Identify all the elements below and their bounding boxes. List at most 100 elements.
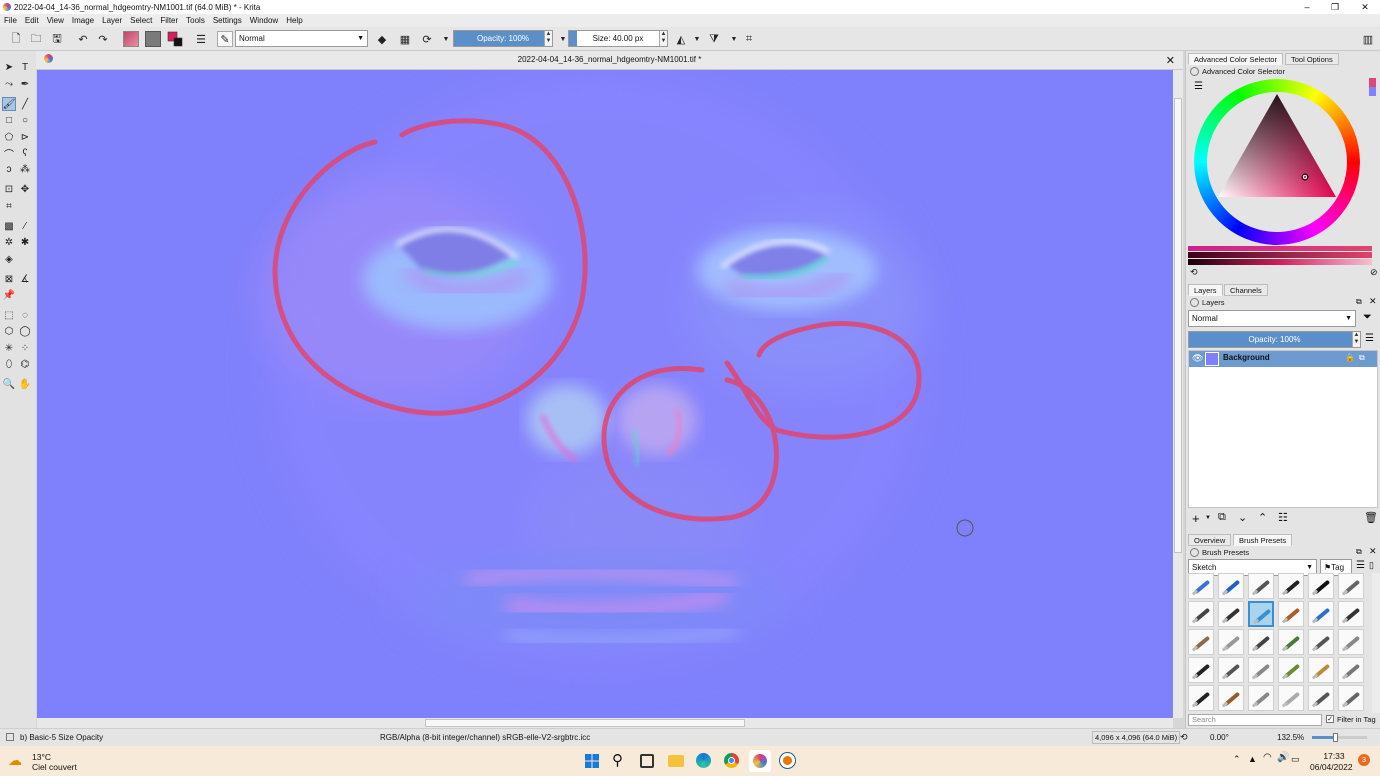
brush-preset-item[interactable]: [1308, 629, 1334, 655]
mirror-vertical-icon[interactable]: ⧩: [706, 31, 722, 47]
tab-overview[interactable]: Overview: [1188, 534, 1232, 546]
crop-tool-icon[interactable]: ⌗: [2, 199, 16, 213]
filter-in-tag-checkbox[interactable]: ✓: [1326, 715, 1334, 723]
dynamic-brush-tool-icon[interactable]: ↄ: [2, 162, 16, 176]
add-layer-dropdown-icon[interactable]: ▼: [1205, 515, 1211, 521]
ellipse-tool-icon[interactable]: ○: [18, 113, 32, 127]
brush-preset-item[interactable]: [1278, 657, 1304, 683]
edit-shapes-tool-icon[interactable]: ⤳: [2, 77, 16, 91]
reload-preset-icon[interactable]: ⟳: [419, 31, 435, 47]
weather-temperature[interactable]: 13°C: [32, 752, 51, 762]
brush-settings-icon[interactable]: ☰: [193, 31, 209, 47]
fill-tool-icon[interactable]: ◈: [2, 252, 16, 266]
colorize-mask-tool-icon[interactable]: ✱: [18, 235, 32, 249]
menu-edit[interactable]: Edit: [21, 14, 43, 27]
brush-preset-item[interactable]: [1188, 685, 1214, 711]
tray-chevron-up-icon[interactable]: ⌃: [1233, 754, 1241, 765]
reference-images-tool-icon[interactable]: 📌: [2, 288, 16, 302]
measure-tool-icon[interactable]: ∡: [18, 272, 32, 286]
smart-patch-tool-icon[interactable]: ✲: [2, 235, 16, 249]
search-icon[interactable]: ⚲: [612, 751, 623, 769]
maximize-button[interactable]: ❐: [1320, 0, 1350, 14]
recent-colors-icon[interactable]: [1369, 78, 1376, 96]
brush-preset-item[interactable]: [1218, 573, 1244, 599]
windows-start-icon[interactable]: [585, 754, 599, 768]
menu-view[interactable]: View: [43, 14, 68, 27]
save-icon[interactable]: 🖫: [49, 31, 65, 47]
workspace-chooser-icon[interactable]: ▥: [1360, 31, 1376, 47]
status-zoom[interactable]: 132.5%: [1277, 733, 1304, 742]
text-tool-icon[interactable]: T: [18, 60, 32, 74]
brush-search-input[interactable]: Search: [1188, 714, 1322, 726]
layers-float-icon[interactable]: [1190, 298, 1199, 307]
bezier-select-tool-icon[interactable]: ⬯: [2, 357, 16, 371]
move-layer-up-icon[interactable]: ⌃: [1258, 511, 1267, 524]
layers-close-icon[interactable]: ✕: [1369, 296, 1377, 307]
freehand-select-tool-icon[interactable]: ◯: [18, 324, 32, 338]
undo-icon[interactable]: ↶: [75, 31, 91, 47]
brush-preset-item[interactable]: [1188, 629, 1214, 655]
krita-taskbar-button[interactable]: [749, 750, 771, 772]
opacity-spin-icon[interactable]: ▲ ▼: [544, 31, 552, 46]
calligraphy-tool-icon[interactable]: ✒: [18, 77, 32, 91]
pan-tool-icon[interactable]: ✋: [18, 377, 32, 391]
select-shapes-tool-icon[interactable]: ➤: [2, 60, 16, 74]
move-tool-icon[interactable]: ✥: [18, 182, 32, 196]
mirror-v-dropdown-icon[interactable]: ▼: [726, 31, 742, 47]
weather-condition[interactable]: Ciel couvert: [32, 762, 77, 772]
menu-filter[interactable]: Filter: [156, 14, 182, 27]
bezier-tool-icon[interactable]: ⌒: [2, 146, 16, 161]
notification-badge[interactable]: 3: [1358, 754, 1370, 766]
edge-browser-icon[interactable]: [696, 753, 711, 768]
rectangle-tool-icon[interactable]: □: [2, 113, 16, 127]
mirror-horizontal-icon[interactable]: ◭: [673, 31, 689, 47]
brush-view-menu-icon[interactable]: ☰: [1356, 560, 1365, 571]
mirror-h-dropdown-icon[interactable]: ▼: [689, 31, 705, 47]
duplicate-layer-icon[interactable]: ⧉: [1218, 511, 1226, 524]
vertical-scroll-thumb[interactable]: [1174, 98, 1182, 553]
shade-strip-2[interactable]: [1188, 259, 1372, 265]
brush-preset-item[interactable]: [1338, 685, 1364, 711]
layer-lock-icon[interactable]: 🔒: [1345, 353, 1355, 362]
brush-preset-item[interactable]: [1218, 685, 1244, 711]
brush-preset-item[interactable]: [1248, 685, 1274, 711]
gradient-tool-icon[interactable]: ▩: [2, 219, 16, 233]
tab-layers[interactable]: Layers: [1188, 284, 1223, 296]
add-layer-icon[interactable]: +: [1192, 511, 1200, 526]
brush-preset-item[interactable]: [1218, 601, 1244, 627]
layer-alpha-icon[interactable]: ⧉: [1359, 353, 1365, 363]
dock-float-icon[interactable]: [1190, 67, 1199, 76]
brush-preset-item[interactable]: [1308, 685, 1334, 711]
tab-brush-presets[interactable]: Brush Presets: [1233, 534, 1293, 546]
layer-blend-select[interactable]: Normal ▼: [1188, 310, 1356, 327]
status-rotation[interactable]: 0.00°: [1210, 733, 1229, 742]
brush-grid-scrollbar[interactable]: [1372, 573, 1380, 713]
brush-float-icon[interactable]: [1190, 548, 1199, 557]
eraser-mode-icon[interactable]: ◆: [374, 31, 390, 47]
brush-preset-item[interactable]: [1308, 657, 1334, 683]
layer-opacity-spin-icon[interactable]: ▲ ▼: [1352, 332, 1360, 347]
brush-preset-item[interactable]: [1218, 629, 1244, 655]
brush-preset-item[interactable]: [1308, 573, 1334, 599]
redo-icon[interactable]: ↷: [95, 31, 111, 47]
alpha-lock-icon[interactable]: ▦: [397, 31, 413, 47]
vertical-scrollbar[interactable]: [1173, 70, 1183, 718]
volume-icon[interactable]: 🔊: [1277, 752, 1289, 763]
battery-icon[interactable]: ▭: [1291, 754, 1300, 765]
brush-preset-item[interactable]: [1278, 629, 1304, 655]
reload-dropdown-icon[interactable]: ▼: [438, 31, 454, 47]
pattern-swatch-icon[interactable]: [145, 31, 161, 47]
clock-time[interactable]: 17:33: [1314, 751, 1354, 761]
wifi-icon[interactable]: ◠: [1263, 752, 1272, 763]
brush-preset-item[interactable]: [1188, 601, 1214, 627]
file-explorer-icon[interactable]: [668, 755, 684, 767]
brush-preset-item[interactable]: [1218, 657, 1244, 683]
brush-preset-item[interactable]: [1338, 573, 1364, 599]
layer-filter-icon[interactable]: ⏷: [1363, 311, 1372, 324]
horizontal-scrollbar[interactable]: [37, 718, 1173, 728]
tab-advanced-color-selector[interactable]: Advanced Color Selector: [1188, 53, 1283, 65]
line-tool-icon[interactable]: ╱: [18, 97, 32, 111]
brush-preset-item[interactable]: [1188, 657, 1214, 683]
eye-visible-icon[interactable]: 👁: [1192, 353, 1203, 364]
magnetic-select-tool-icon[interactable]: ⌬: [18, 357, 32, 371]
